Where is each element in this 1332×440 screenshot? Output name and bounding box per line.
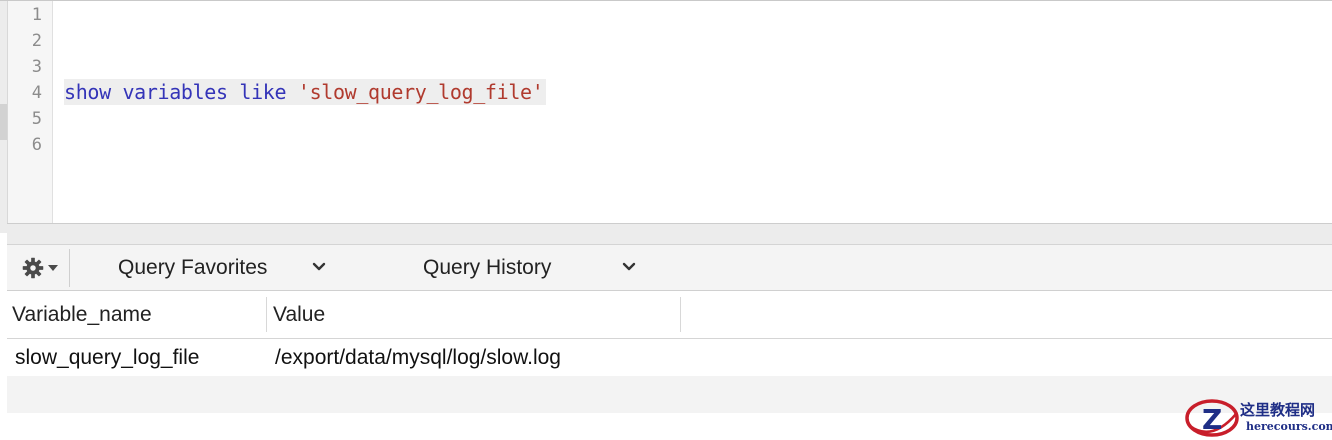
- column-divider[interactable]: [266, 297, 267, 332]
- string-literal: 'slow_query_log_file': [297, 80, 544, 104]
- line-number: 5: [31, 109, 42, 129]
- gear-icon: [22, 257, 44, 279]
- edge-marker: [0, 104, 7, 140]
- results-grid: Variable_name Value slow_query_log_file …: [7, 291, 1332, 440]
- results-toolbar: Query Favorites Query History: [7, 245, 1332, 291]
- line-number: 4: [31, 83, 42, 103]
- line-number: 1: [31, 5, 42, 25]
- query-editor[interactable]: 1 2 3 4 5 6 show variables like 'slow_qu…: [0, 0, 1332, 233]
- caret-down-icon: [48, 265, 58, 271]
- column-divider[interactable]: [680, 297, 681, 332]
- code-line[interactable]: show variables like 'slow_query_log_file…: [64, 79, 547, 105]
- query-history-label: Query History: [423, 256, 552, 279]
- left-edge-strip: [0, 1, 8, 233]
- query-favorites-label: Query Favorites: [118, 256, 268, 279]
- empty-table-row: [7, 376, 1332, 413]
- table-row[interactable]: slow_query_log_file /export/data/mysql/l…: [7, 339, 1332, 376]
- chevron-down-icon[interactable]: [312, 262, 326, 272]
- line-number-gutter: 1 2 3 4 5 6: [8, 1, 53, 224]
- line-number: 3: [31, 57, 42, 77]
- query-history-button[interactable]: Query History: [423, 245, 551, 291]
- column-header-variable-name[interactable]: Variable_name: [12, 291, 152, 338]
- pane-splitter[interactable]: [7, 223, 1332, 245]
- watermark-logo: Z 这里教程网 herecours.com: [1182, 396, 1332, 440]
- svg-text:Z: Z: [1202, 403, 1222, 436]
- sql-query-app: 1 2 3 4 5 6 show variables like 'slow_qu…: [0, 0, 1332, 440]
- keyword-variables: variables: [122, 80, 228, 104]
- column-header-row: Variable_name Value: [7, 291, 1332, 339]
- watermark-title: 这里教程网: [1240, 401, 1316, 419]
- cell-value[interactable]: /export/data/mysql/log/slow.log: [275, 339, 561, 376]
- keyword-show: show: [64, 80, 111, 104]
- query-favorites-button[interactable]: Query Favorites: [118, 245, 267, 291]
- line-number: 6: [31, 135, 42, 155]
- keyword-like: like: [239, 80, 287, 104]
- column-header-value[interactable]: Value: [273, 291, 325, 338]
- gear-menu-button[interactable]: [11, 249, 70, 287]
- line-number: 2: [31, 31, 42, 51]
- cell-variable-name[interactable]: slow_query_log_file: [15, 339, 199, 376]
- watermark-z-logo-icon: Z: [1185, 399, 1239, 437]
- watermark-subtitle: herecours.com: [1246, 420, 1332, 433]
- chevron-down-icon[interactable]: [622, 262, 636, 272]
